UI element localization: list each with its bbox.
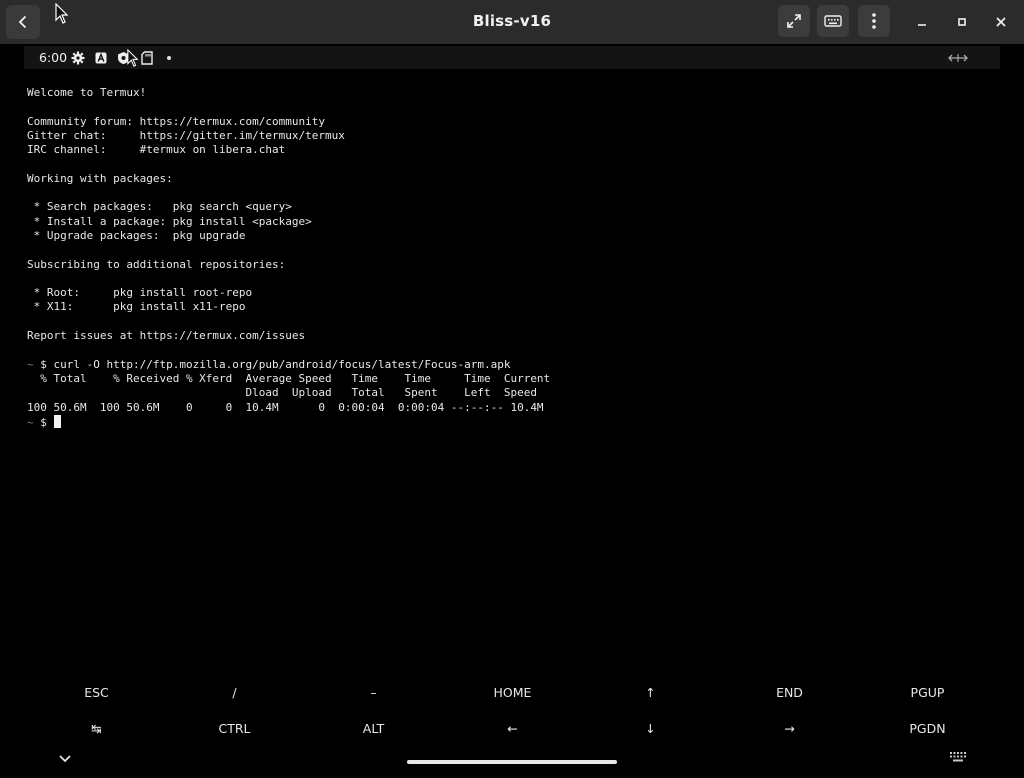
menu-button[interactable]: [858, 5, 890, 37]
terminal-cursor: [53, 414, 61, 428]
keyboard-switch-button[interactable]: [949, 748, 967, 767]
key-esc[interactable]: ESC: [27, 685, 166, 700]
progress-row: 100 50.6M 100 50.6M 0 0 10.4M 0 0:00:04 …: [27, 400, 544, 414]
terminal-line: Subscribing to additional repositories:: [27, 257, 286, 271]
android-nav-bar: [0, 748, 1024, 778]
terminal-line: * Search packages: pkg search <query>: [27, 200, 292, 214]
terminal-line: * X11: pkg install x11-repo: [27, 300, 246, 314]
android-status-bar: 6:00: [24, 46, 1000, 69]
chevron-down-icon: [59, 755, 71, 763]
fullscreen-button[interactable]: [778, 5, 810, 37]
close-icon: [996, 17, 1006, 27]
resize-arrows-icon[interactable]: [948, 50, 968, 65]
key-slash[interactable]: /: [165, 685, 304, 700]
prompt-line: ~ $: [27, 414, 997, 429]
keyboard-button[interactable]: [817, 5, 849, 37]
minimize-button[interactable]: [908, 8, 936, 36]
key-down[interactable]: ↓: [581, 721, 720, 736]
terminal-line: Report issues at https://termux.com/issu…: [27, 329, 306, 343]
maximize-button[interactable]: [948, 8, 976, 36]
key-tab[interactable]: ↹: [27, 721, 166, 736]
key-ctrl[interactable]: CTRL: [165, 721, 304, 736]
progress-header-2: Dload Upload Total Spent Left Speed: [27, 386, 537, 400]
terminal-line: * Install a package: pkg install <packag…: [27, 214, 312, 228]
command-line: ~ $ curl -O http://ftp.mozilla.org/pub/a…: [27, 358, 997, 372]
key-pgup[interactable]: PGUP: [858, 685, 997, 700]
keyboard-icon: [824, 15, 842, 27]
terminal-line: Community forum: https://termux.com/comm…: [27, 114, 326, 128]
window-title-bar: Bliss-v16: [0, 0, 1024, 44]
key-dash[interactable]: –: [304, 685, 443, 700]
prompt-text: $: [33, 415, 54, 429]
keyboard-icon: [950, 752, 966, 762]
a-font-icon: [93, 50, 108, 65]
maximize-icon: [958, 18, 966, 26]
prompt-tilde: ~: [27, 415, 34, 429]
key-pgdn[interactable]: PGDN: [858, 721, 997, 736]
terminal-line: Welcome to Termux!: [27, 86, 147, 99]
terminal-line: IRC channel: #termux on libera.chat: [27, 143, 286, 157]
key-up[interactable]: ↑: [581, 685, 720, 700]
terminal-line: * Upgrade packages: pkg upgrade: [27, 228, 246, 242]
hide-keyboard-button[interactable]: [58, 749, 72, 768]
notification-dot-icon: [167, 56, 171, 60]
settings-gear-icon: [70, 50, 85, 65]
key-end[interactable]: END: [720, 685, 859, 700]
status-time: 6:00: [39, 50, 68, 65]
progress-header-1: % Total % Received % Xferd Average Speed…: [27, 371, 551, 385]
home-pill[interactable]: [407, 760, 617, 764]
command-text: $ curl -O http://ftp.mozilla.org/pub/and…: [33, 357, 511, 371]
menu-dots-icon: [872, 13, 876, 29]
terminal-line: Gitter chat: https://gitter.im/termux/te…: [27, 128, 345, 142]
sd-card-icon: [139, 50, 154, 65]
mouse-cursor-icon: [127, 49, 139, 67]
key-left[interactable]: ←: [443, 721, 582, 736]
terminal-output[interactable]: Welcome to Termux! Community forum: http…: [27, 86, 997, 656]
key-home[interactable]: HOME: [443, 685, 582, 700]
terminal-line: * Root: pkg install root-repo: [27, 286, 253, 300]
fullscreen-icon: [787, 14, 801, 28]
close-button[interactable]: [987, 8, 1015, 36]
prompt-tilde: ~: [27, 357, 34, 371]
key-alt[interactable]: ALT: [304, 721, 443, 736]
extra-keys-bar: ESC / – HOME ↑ END PGUP ↹ CTRL ALT ← ↓ →…: [24, 672, 1000, 748]
terminal-line: Working with packages:: [27, 171, 173, 185]
minimize-icon: [918, 24, 926, 26]
key-right[interactable]: →: [720, 721, 859, 736]
